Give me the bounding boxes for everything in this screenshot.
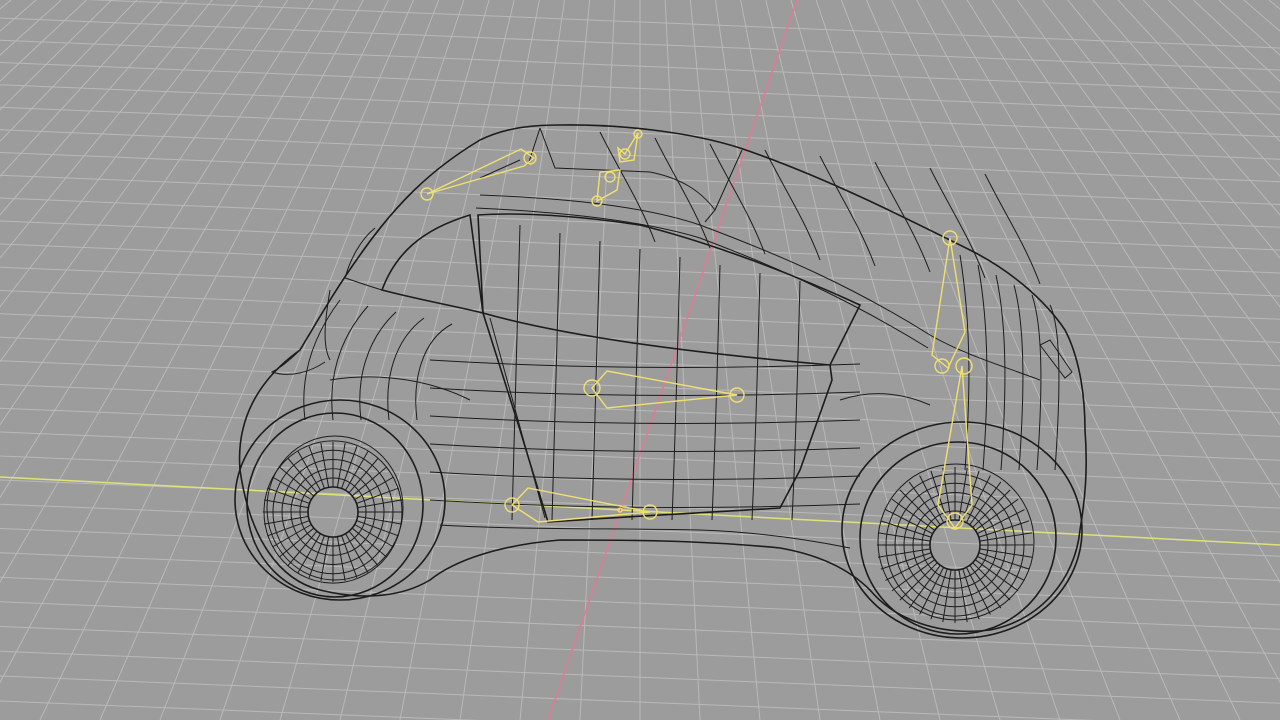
3d-viewport[interactable]	[0, 0, 1280, 720]
scene-canvas[interactable]	[0, 0, 1280, 720]
